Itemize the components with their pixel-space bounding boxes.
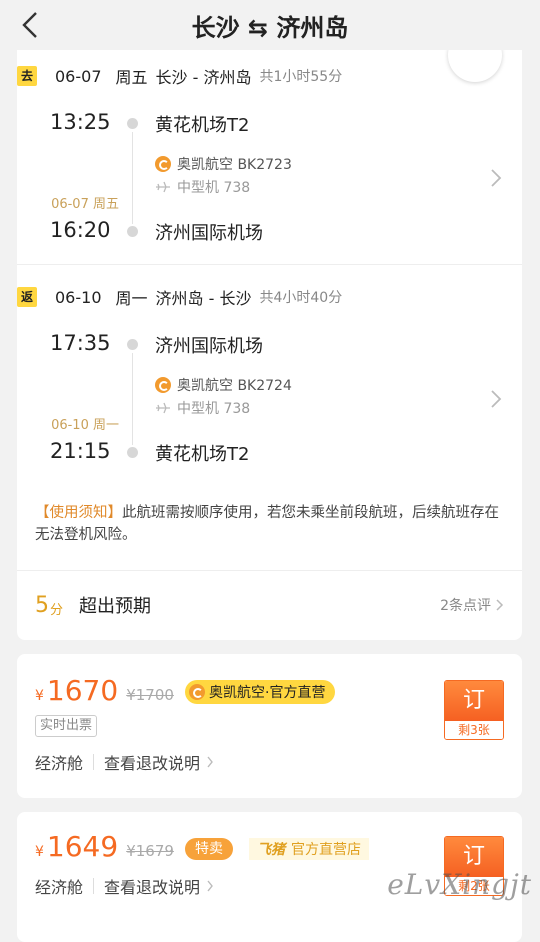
return-arrival-date: 06-10 周一 bbox=[51, 418, 119, 433]
currency-symbol: ¥ bbox=[35, 688, 44, 704]
divider bbox=[17, 264, 522, 265]
return-header: 返 06-10 周一 济州岛 - 长沙 共4小时40分 bbox=[17, 282, 342, 312]
review-count-link[interactable]: 2条点评 bbox=[440, 595, 505, 615]
original-price: ¥1700 bbox=[126, 686, 174, 704]
chevron-right-icon bbox=[207, 880, 213, 892]
airline-official-tag: 奥凯航空·官方直营 bbox=[185, 680, 336, 704]
divider bbox=[17, 570, 522, 571]
outbound-arrival-time: 16:20 bbox=[50, 218, 111, 242]
return-flight-number: 奥凯航空 BK2724 bbox=[177, 378, 292, 394]
airplane-icon bbox=[156, 181, 170, 193]
outbound-weekday: 周五 bbox=[115, 68, 148, 87]
outbound-chevron-right-icon[interactable] bbox=[490, 168, 502, 188]
cabin-row: 经济舱 查看退改说明 bbox=[35, 750, 214, 774]
okay-airways-logo-icon bbox=[189, 684, 205, 700]
return-weekday: 周一 bbox=[115, 289, 148, 308]
special-sale-tag: 特卖 bbox=[185, 838, 233, 860]
usage-notice: 【使用须知】此航班需按顺序使用，若您未乘坐前段航班，后续航班存在无法登机风险。 bbox=[35, 502, 505, 546]
fliggy-store-tag: 飞猪 官方直营店 bbox=[249, 838, 369, 860]
refund-policy-link[interactable]: 查看退改说明 bbox=[104, 750, 200, 774]
outbound-aircraft: 中型机 738 bbox=[155, 177, 250, 197]
offer-price: 1670 bbox=[46, 674, 119, 707]
okay-airways-logo-icon bbox=[155, 377, 171, 393]
book-button[interactable]: 订 剩3张 bbox=[444, 680, 504, 740]
flight-detail-card: 去 06-07 周五 长沙 - 济州岛 共1小时55分 13:25 黄花机场T2… bbox=[17, 50, 522, 640]
outbound-date: 06-07 bbox=[55, 66, 102, 86]
timeline-dot bbox=[127, 447, 138, 458]
price-row: ¥ 1649 ¥1679 bbox=[35, 830, 174, 863]
usage-notice-tag: 【使用须知】 bbox=[35, 505, 122, 521]
return-departure-time: 17:35 bbox=[50, 331, 111, 355]
outbound-aircraft-type: 中型机 738 bbox=[177, 180, 251, 196]
outbound-departure-airport: 黄花机场T2 bbox=[155, 115, 250, 136]
return-aircraft: 中型机 738 bbox=[155, 398, 250, 418]
cabin-row: 经济舱 查看退改说明 bbox=[35, 874, 214, 898]
realtime-ticketing-badge: 实时出票 bbox=[35, 715, 98, 737]
original-price: ¥1679 bbox=[126, 842, 174, 860]
airplane-icon bbox=[156, 402, 170, 414]
price-row: ¥ 1670 ¥1700 bbox=[35, 674, 174, 707]
outbound-flight-number: 奥凯航空 BK2723 bbox=[177, 157, 292, 173]
return-chevron-right-icon[interactable] bbox=[490, 389, 502, 409]
outbound-arrival-airport: 济州国际机场 bbox=[155, 223, 263, 244]
currency-symbol: ¥ bbox=[35, 844, 44, 860]
cabin-class: 经济舱 bbox=[35, 754, 84, 773]
timeline-dot bbox=[127, 339, 138, 350]
return-arrival-airport: 黄花机场T2 bbox=[155, 444, 250, 465]
timeline-line bbox=[132, 132, 133, 224]
fliggy-logo: 飞猪 bbox=[257, 842, 285, 858]
airline-official-tag-text: 奥凯航空·官方直营 bbox=[209, 685, 326, 701]
refund-policy-link[interactable]: 查看退改说明 bbox=[104, 874, 200, 898]
share-button[interactable] bbox=[448, 50, 502, 82]
rating-unit: 分 bbox=[50, 602, 64, 618]
outbound-header: 去 06-07 周五 长沙 - 济州岛 共1小时55分 bbox=[17, 61, 342, 91]
rating-score: 5 bbox=[35, 592, 49, 618]
cabin-class: 经济舱 bbox=[35, 878, 84, 897]
top-bar: 长沙 ⇆ 济州岛 bbox=[0, 0, 540, 50]
store-tag-text: 官方直营店 bbox=[291, 842, 361, 858]
page-title: 长沙 ⇆ 济州岛 bbox=[191, 14, 349, 42]
review-count: 2条点评 bbox=[440, 598, 491, 614]
outbound-duration: 共1小时55分 bbox=[259, 69, 343, 85]
outbound-route: 长沙 - 济州岛 bbox=[155, 68, 252, 87]
chevron-right-icon bbox=[496, 599, 504, 611]
offer-price: 1649 bbox=[46, 830, 119, 863]
timeline-dot bbox=[127, 118, 138, 129]
return-badge: 返 bbox=[17, 287, 37, 307]
separator bbox=[93, 878, 95, 894]
outbound-arrival-date: 06-07 周五 bbox=[51, 197, 119, 212]
return-duration: 共4小时40分 bbox=[259, 290, 343, 306]
return-route: 济州岛 - 长沙 bbox=[155, 289, 252, 308]
outbound-badge: 去 bbox=[17, 66, 37, 86]
book-button-label: 订 bbox=[445, 681, 503, 721]
separator bbox=[93, 754, 95, 770]
chevron-right-icon bbox=[207, 756, 213, 768]
okay-airways-logo-icon bbox=[155, 156, 171, 172]
timeline-line bbox=[132, 353, 133, 445]
return-date: 06-10 bbox=[55, 287, 102, 307]
outbound-airline: 奥凯航空 BK2723 bbox=[155, 154, 292, 174]
return-arrival-time: 21:15 bbox=[50, 439, 111, 463]
timeline-dot bbox=[127, 226, 138, 237]
return-airline: 奥凯航空 BK2724 bbox=[155, 375, 292, 395]
watermark: eLvXingjt bbox=[387, 868, 532, 901]
return-aircraft-type: 中型机 738 bbox=[177, 401, 251, 417]
rating-label: 超出预期 bbox=[79, 596, 152, 617]
remaining-seats: 剩3张 bbox=[445, 721, 503, 739]
outbound-departure-time: 13:25 bbox=[50, 110, 111, 134]
price-offer-card[interactable]: ¥ 1670 ¥1700 奥凯航空·官方直营 实时出票 经济舱 查看退改说明 订… bbox=[17, 654, 522, 798]
return-departure-airport: 济州国际机场 bbox=[155, 336, 263, 357]
rating-row[interactable]: 5 分 超出预期 2条点评 bbox=[35, 590, 505, 620]
